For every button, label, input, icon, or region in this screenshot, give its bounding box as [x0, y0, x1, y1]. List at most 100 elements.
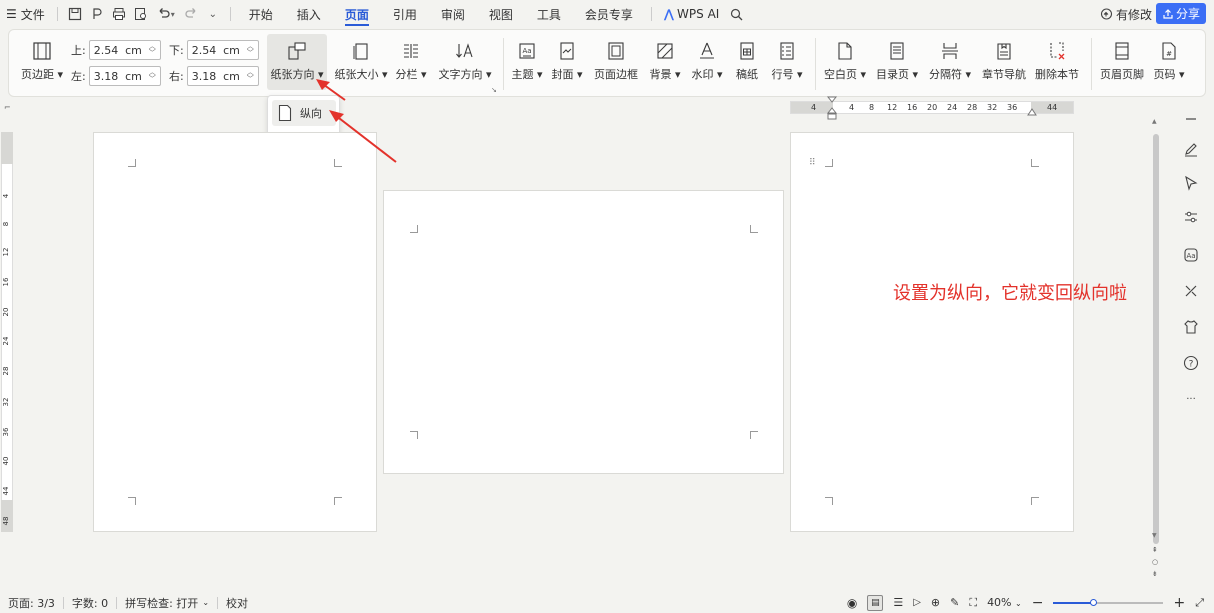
print-icon[interactable]: [108, 0, 130, 28]
break-button[interactable]: 分隔符 ▾: [925, 38, 975, 82]
header-footer-button[interactable]: 页眉页脚: [1097, 38, 1147, 82]
cover-button[interactable]: 封面 ▾: [549, 38, 585, 82]
ruler-label: 20: [927, 103, 938, 112]
tab-member[interactable]: 会员专享: [573, 0, 645, 28]
export-pdf-icon[interactable]: [86, 0, 108, 28]
margins-button[interactable]: 页边距 ▾: [17, 38, 67, 82]
next-page-icon[interactable]: ⇟: [1152, 570, 1158, 578]
select-browse-icon[interactable]: ○: [1152, 558, 1158, 566]
text-direction-button[interactable]: 文字方向 ▾: [433, 38, 497, 82]
tab-view[interactable]: 视图: [477, 0, 525, 28]
line-number-button[interactable]: 行号 ▾: [767, 38, 807, 82]
tab-tools[interactable]: 工具: [525, 0, 573, 28]
orientation-button[interactable]: 纸张方向 ▾: [267, 34, 327, 90]
background-button[interactable]: 背景 ▾: [645, 38, 685, 82]
shirt-icon[interactable]: [1182, 318, 1200, 336]
toc-page-label: 目录页 ▾: [875, 68, 919, 81]
orientation-portrait-option[interactable]: 纵向: [272, 100, 336, 126]
watermark-button[interactable]: 水印 ▾: [687, 38, 727, 82]
wps-ai-button[interactable]: ⋀ WPS AI: [658, 0, 725, 28]
proofread-button[interactable]: 校对: [218, 595, 256, 611]
toc-page-button[interactable]: 目录页 ▾: [873, 38, 921, 82]
cursor-icon[interactable]: [1182, 174, 1200, 192]
ruler-right-indent-marker[interactable]: [1027, 107, 1037, 117]
expand-dialog-icon[interactable]: ↘: [491, 86, 497, 94]
pen-icon[interactable]: [1182, 140, 1200, 158]
page-number-label: 页码 ▾: [1153, 68, 1185, 81]
fit-page-icon[interactable]: ⛶: [969, 596, 977, 610]
tab-home[interactable]: 开始: [237, 0, 285, 28]
modify-status-label: 有修改: [1115, 7, 1152, 22]
web-view-icon[interactable]: ⊕: [931, 596, 940, 609]
paper-size-button[interactable]: 纸张大小 ▾: [333, 38, 389, 82]
ruler-indent-marker[interactable]: [826, 96, 838, 124]
tab-page[interactable]: 页面: [333, 0, 381, 28]
spinner-icon[interactable]: ︿ ﹀: [149, 69, 156, 83]
section-nav-button[interactable]: 章节导航: [979, 38, 1029, 82]
tab-review[interactable]: 审阅: [429, 0, 477, 28]
share-button[interactable]: 分享: [1156, 3, 1206, 24]
zoom-out-icon[interactable]: −: [1032, 595, 1044, 611]
undo-icon[interactable]: ▾: [152, 0, 180, 28]
fullscreen-icon[interactable]: ⤢: [1195, 596, 1204, 610]
page-view-icon[interactable]: ▤: [867, 594, 884, 611]
redo-icon[interactable]: [180, 0, 202, 28]
scroll-down-icon[interactable]: ▼: [1152, 532, 1157, 539]
page-number-button[interactable]: # 页码 ▾: [1149, 38, 1189, 82]
help-icon[interactable]: ?: [1182, 354, 1200, 372]
margin-bottom-input[interactable]: 2.54 cm ︿ ﹀: [186, 40, 259, 60]
spinner-icon[interactable]: ︿ ﹀: [247, 69, 254, 83]
print-preview-icon[interactable]: [130, 0, 152, 28]
zoom-slider-thumb[interactable]: [1090, 598, 1098, 606]
manuscript-button[interactable]: 稿纸: [729, 38, 765, 82]
spinner-icon[interactable]: ︿ ﹀: [247, 43, 254, 57]
more-icon[interactable]: ···: [1182, 390, 1200, 408]
settings-sliders-icon[interactable]: [1182, 208, 1200, 226]
save-icon[interactable]: [64, 0, 86, 28]
font-replace-icon[interactable]: Aa: [1182, 246, 1200, 264]
page-2-landscape[interactable]: [383, 190, 784, 474]
zoom-slider[interactable]: [1053, 598, 1164, 606]
word-count[interactable]: 字数: 0: [64, 595, 116, 611]
chevron-down-icon[interactable]: ⌄: [202, 0, 224, 28]
orientation-icon: [285, 38, 309, 64]
columns-button[interactable]: 分栏 ▾: [393, 38, 429, 82]
modify-status-button[interactable]: 有修改: [1100, 4, 1152, 24]
collapse-icon[interactable]: [1182, 110, 1200, 128]
cover-icon: [555, 38, 579, 64]
page-indicator[interactable]: 页面: 3/3: [0, 595, 63, 611]
file-menu[interactable]: ☰ 文件: [0, 0, 51, 28]
spell-check-toggle[interactable]: 拼写检查: 打开 ⌄: [117, 595, 217, 611]
page-3-portrait[interactable]: ⠿: [790, 132, 1074, 532]
prev-page-icon[interactable]: ⇞: [1152, 546, 1158, 554]
zoom-slider-fill: [1053, 601, 1094, 604]
vertical-scrollbar[interactable]: ▲ ▼ ⇞ ○ ⇟: [1152, 118, 1160, 588]
margin-top-input[interactable]: 2.54 cm ︿ ﹀: [88, 40, 161, 60]
scroll-up-icon[interactable]: ▲: [1152, 118, 1157, 125]
page-number-icon: #: [1157, 38, 1181, 64]
zoom-in-icon[interactable]: +: [1173, 595, 1185, 611]
play-icon[interactable]: ▷: [913, 597, 921, 608]
zoom-level[interactable]: 40% ⌄: [987, 596, 1022, 609]
svg-text:?: ?: [1189, 360, 1194, 370]
page-1-portrait[interactable]: [93, 132, 377, 532]
pen-mode-icon[interactable]: ✎: [950, 596, 959, 609]
margin-right-input[interactable]: 3.18 cm ︿ ﹀: [186, 66, 259, 86]
eye-icon[interactable]: ◉: [847, 596, 857, 610]
outline-view-icon[interactable]: ☰: [893, 596, 903, 609]
theme-button[interactable]: Aa 主题 ▾: [509, 38, 545, 82]
blank-page-button[interactable]: 空白页 ▾: [821, 38, 869, 82]
margin-left-input[interactable]: 3.18 cm ︿ ﹀: [88, 66, 161, 86]
tab-insert[interactable]: 插入: [285, 0, 333, 28]
spinner-icon[interactable]: ︿ ﹀: [149, 43, 156, 57]
tools-icon[interactable]: [1182, 282, 1200, 300]
drag-handle-icon[interactable]: ⠿: [809, 159, 816, 168]
tab-references[interactable]: 引用: [381, 0, 429, 28]
manuscript-label: 稿纸: [736, 68, 758, 81]
ribbon-separator: [503, 38, 504, 90]
scrollbar-thumb[interactable]: [1153, 134, 1159, 544]
delete-section-button[interactable]: 删除本节: [1031, 38, 1083, 82]
theme-label: 主题 ▾: [511, 68, 543, 81]
search-icon[interactable]: [725, 0, 747, 28]
page-border-button[interactable]: 页面边框: [591, 38, 641, 82]
